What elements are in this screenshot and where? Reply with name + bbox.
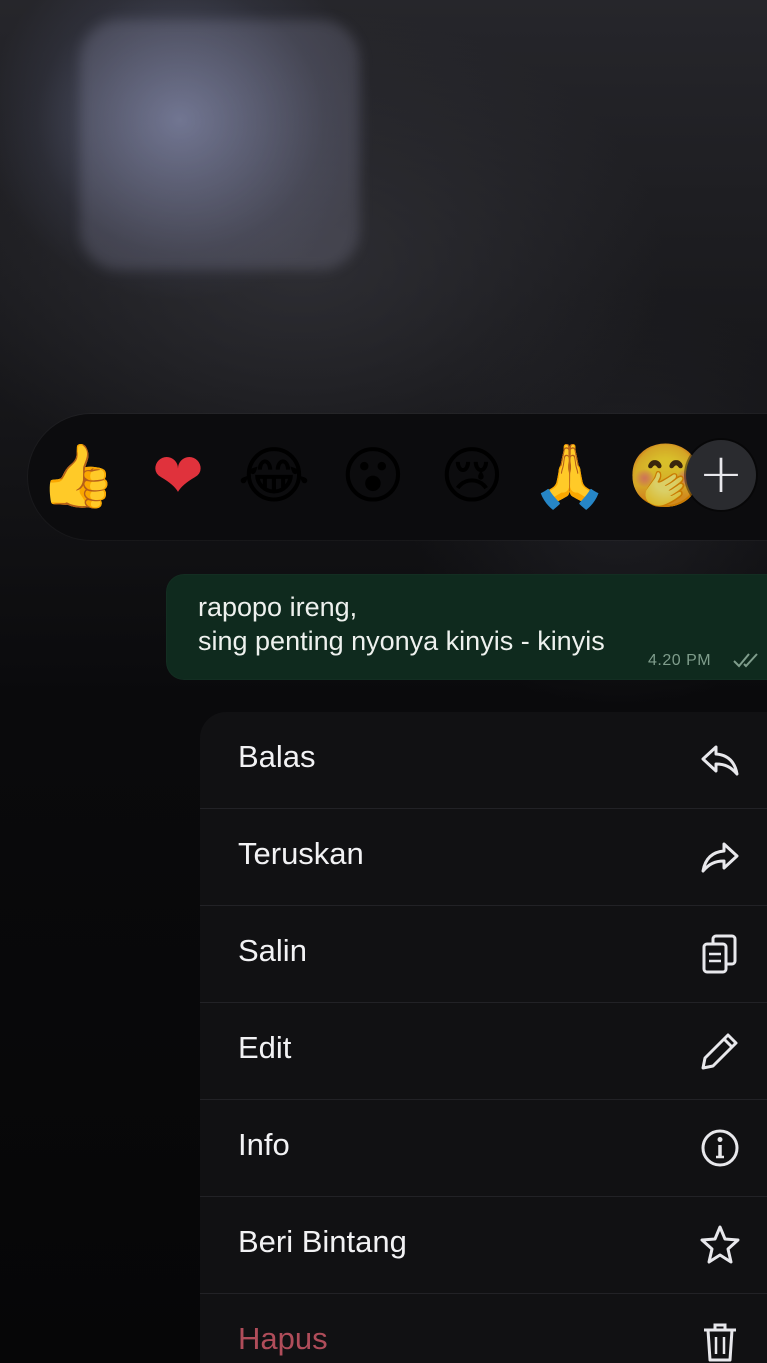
menu-item-label: Teruskan xyxy=(238,836,364,871)
trash-icon xyxy=(698,1320,742,1363)
surprised-reaction[interactable]: 😮 xyxy=(333,434,413,518)
menu-item-info[interactable]: Info xyxy=(200,1100,767,1197)
message-bubble[interactable]: rapopo ireng, sing penting nyonya kinyis… xyxy=(166,574,767,680)
context-menu-screen: 👍 ❤ 😂 😮 😢 🙏 🤭 + rapopo ireng, sing penti… xyxy=(0,0,767,1363)
laughing-reaction[interactable]: 😂 xyxy=(234,434,314,518)
menu-item-label: Beri Bintang xyxy=(238,1224,407,1259)
menu-item-label: Salin xyxy=(238,933,307,968)
message-text-line-1: rapopo ireng, xyxy=(198,592,358,622)
menu-item-label: Hapus xyxy=(238,1321,328,1356)
menu-item-label: Info xyxy=(238,1127,290,1162)
heart-reaction[interactable]: ❤ xyxy=(138,434,218,518)
menu-item-label: Balas xyxy=(238,739,316,774)
menu-item-salin[interactable]: Salin xyxy=(200,906,767,1003)
message-timestamp: 4.20 PM xyxy=(648,652,712,669)
blurred-background xyxy=(80,20,360,270)
more-reactions-button[interactable]: + xyxy=(686,440,756,510)
pencil-icon xyxy=(698,1029,742,1073)
info-icon xyxy=(698,1126,742,1170)
message-text-line-2: sing penting nyonya kinyis - kinyis xyxy=(198,626,605,656)
forward-icon xyxy=(698,835,742,879)
double-check-icon xyxy=(733,653,758,668)
thumbs-up-reaction[interactable]: 👍 xyxy=(38,434,118,518)
star-icon xyxy=(698,1223,742,1267)
plus-icon: + xyxy=(698,442,744,505)
crying-reaction[interactable]: 😢 xyxy=(432,434,512,518)
menu-item-edit[interactable]: Edit xyxy=(200,1003,767,1100)
menu-item-balas[interactable]: Balas xyxy=(200,712,767,809)
menu-item-teruskan[interactable]: Teruskan xyxy=(200,809,767,906)
reply-icon xyxy=(698,738,742,782)
message-context-menu: Balas Teruskan Salin Edit Info Beri Bint… xyxy=(200,712,767,1363)
menu-item-hapus[interactable]: Hapus xyxy=(200,1294,767,1363)
folded-hands-reaction[interactable]: 🙏 xyxy=(530,434,610,518)
menu-item-beri-bintang[interactable]: Beri Bintang xyxy=(200,1197,767,1294)
menu-item-label: Edit xyxy=(238,1030,292,1065)
copy-icon xyxy=(698,932,742,976)
